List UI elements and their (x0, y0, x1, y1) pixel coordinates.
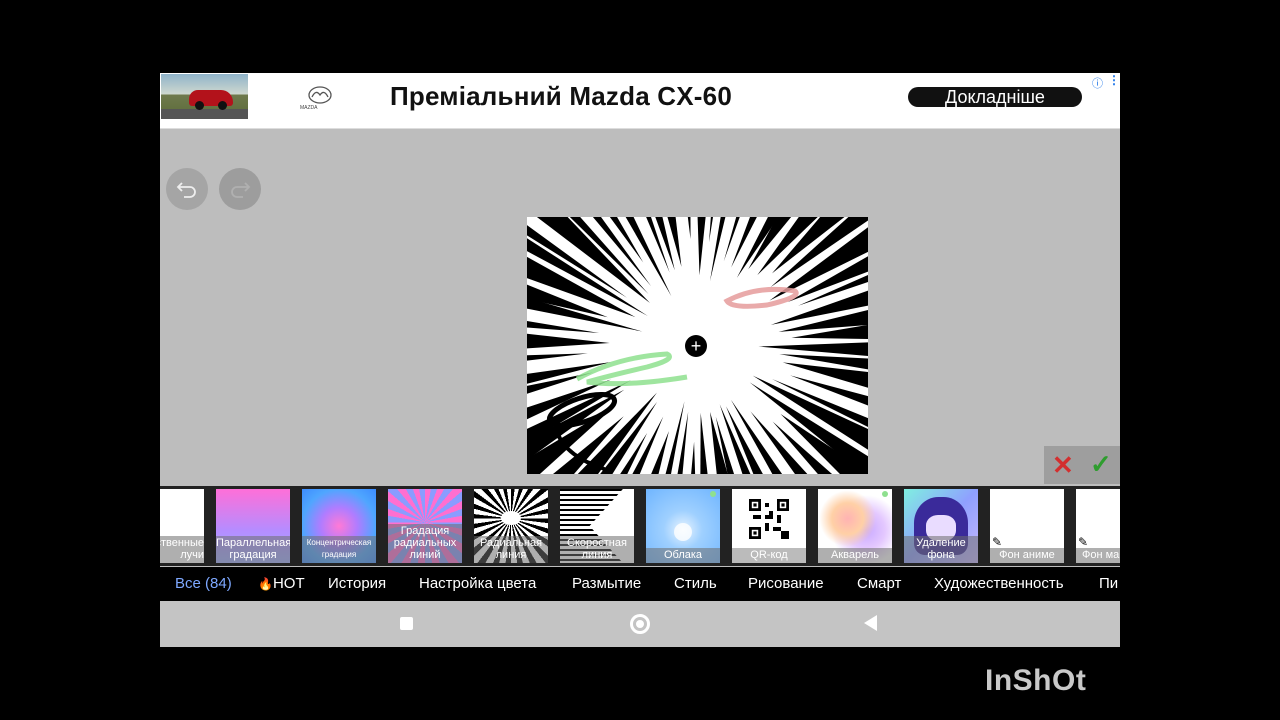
effect-label: Радиальная линия (474, 536, 548, 563)
app-screen: MAZDA Преміальний Mazda CX-60 Докладніше… (160, 73, 1120, 647)
category-hot[interactable]: 🔥HOT (258, 575, 305, 592)
effect-label: Скоростная линия (560, 536, 634, 563)
qr-code-icon (749, 499, 789, 539)
effect-label: QR-код (732, 548, 806, 563)
effect-label: Фон ма (1076, 548, 1120, 563)
effect-label: Параллельная градация (216, 536, 290, 563)
info-icon[interactable]: ⓘ (1092, 75, 1103, 91)
effect-label: Облака (646, 548, 720, 563)
ad-logo-text: MAZDA (300, 105, 318, 111)
category-color[interactable]: Настройка цвета (419, 575, 536, 592)
close-icon[interactable]: ✕ (1052, 450, 1074, 481)
more-vertical-icon[interactable]: ⋮ (1108, 73, 1120, 87)
effect-thumb[interactable]: ✎ Фон ма (1076, 489, 1120, 563)
effect-label: Удаление фона (904, 536, 978, 563)
effect-label: ственные лучи (160, 536, 204, 563)
android-nav-bar (160, 601, 1120, 647)
redo-icon (231, 182, 251, 198)
category-artistic[interactable]: Художественность (934, 575, 1064, 592)
undo-icon (176, 182, 196, 198)
redo-button[interactable] (219, 168, 261, 210)
ad-title[interactable]: Преміальний Mazda CX-60 (390, 81, 732, 112)
effect-thumb[interactable]: Удаление фона (904, 489, 978, 563)
effect-thumb[interactable]: QR-код (732, 489, 806, 563)
effect-label: Градация радиальных линий (388, 524, 462, 563)
check-icon[interactable]: ✓ (1090, 449, 1112, 480)
effect-label: Концентрическая градация (302, 536, 376, 563)
effect-thumb[interactable]: Градация радиальных линий (388, 489, 462, 563)
mazda-logo-icon (308, 86, 332, 104)
effect-thumb[interactable]: Параллельная градация (216, 489, 290, 563)
effect-thumb[interactable]: Скоростная линия (560, 489, 634, 563)
effect-label: Фон аниме (990, 548, 1064, 563)
effect-label: Акварель (818, 548, 892, 563)
recents-icon[interactable] (400, 617, 413, 630)
effect-thumb[interactable]: Облака (646, 489, 720, 563)
ad-banner[interactable]: MAZDA Преміальний Mazda CX-60 Докладніше… (160, 73, 1120, 129)
center-handle-icon[interactable]: + (685, 335, 707, 357)
back-icon[interactable] (864, 615, 877, 631)
category-hot-label: HOT (272, 575, 305, 592)
category-more[interactable]: Пи (1099, 575, 1118, 592)
category-blur[interactable]: Размытие (572, 575, 641, 592)
effect-thumb[interactable]: ✎ Фон аниме (990, 489, 1064, 563)
fire-icon: 🔥 (258, 577, 273, 591)
category-bar: Все (84) 🔥HOT История Настройка цвета Ра… (160, 567, 1120, 601)
category-all[interactable]: Все (84) (175, 575, 232, 592)
inshot-watermark: InShOt (985, 664, 1087, 697)
edit-canvas[interactable]: + (527, 217, 868, 474)
category-history[interactable]: История (328, 575, 386, 592)
category-drawing[interactable]: Рисование (748, 575, 824, 592)
home-icon[interactable] (630, 614, 650, 634)
category-smart[interactable]: Смарт (857, 575, 901, 592)
effect-thumb-selected[interactable]: Радиальная линия (474, 489, 548, 563)
ad-cta-button[interactable]: Докладніше (908, 87, 1082, 107)
ad-car-image[interactable] (161, 74, 248, 119)
effect-thumb[interactable]: Акварель (818, 489, 892, 563)
confirm-panel: ✕ ✓ (1044, 446, 1120, 484)
effect-thumb[interactable]: ственные лучи (160, 489, 204, 563)
effect-thumb[interactable]: Концентрическая градация (302, 489, 376, 563)
undo-button[interactable] (166, 168, 208, 210)
category-style[interactable]: Стиль (674, 575, 717, 592)
effects-strip[interactable]: ственные лучи Параллельная градация Конц… (160, 486, 1120, 566)
